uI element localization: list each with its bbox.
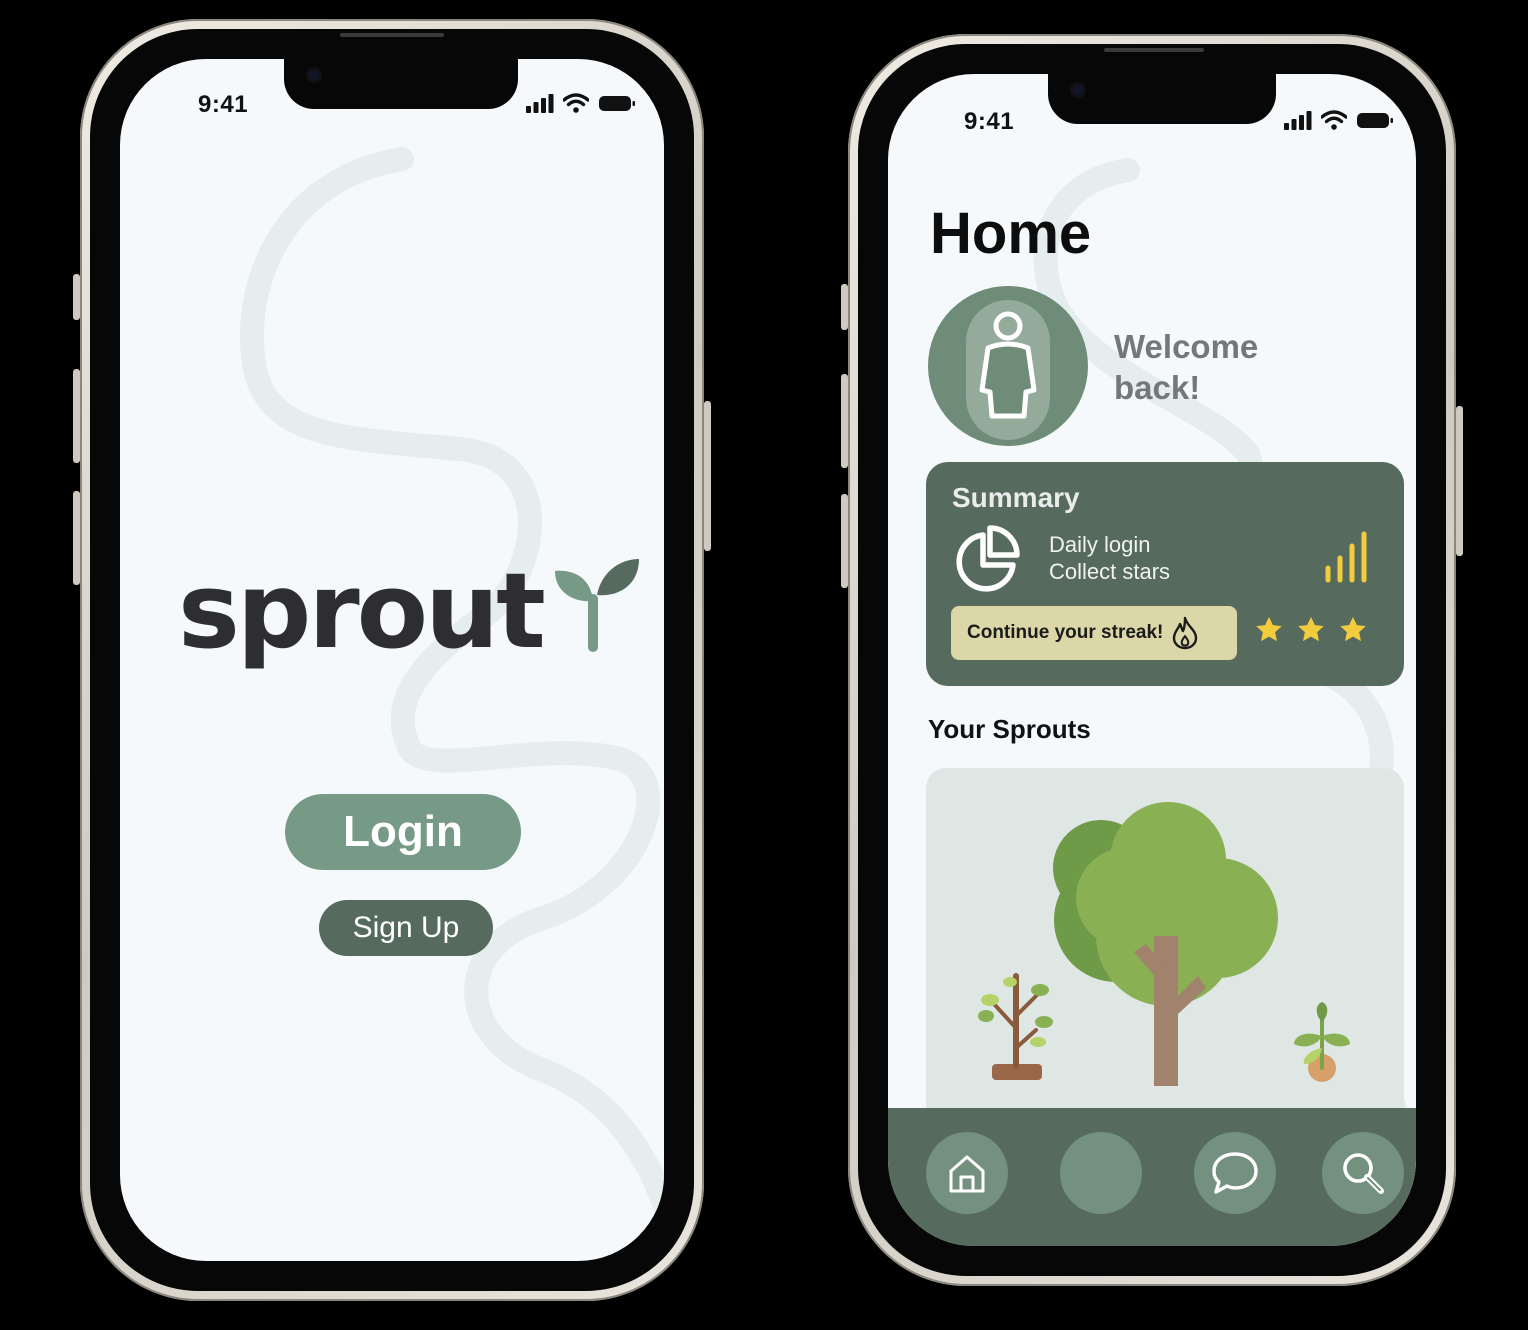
status-time: 9:41 [198,91,249,118]
side-button [73,491,80,585]
side-button [704,401,711,551]
wifi-icon [563,93,589,113]
tab-search[interactable] [1322,1132,1404,1214]
signal-icon [526,94,554,113]
welcome-line: Welcome [1114,328,1259,365]
summary-line: Daily login [1049,532,1151,557]
trees-illustration [978,802,1350,1086]
side-button [1456,406,1463,556]
chat-icon [1212,1152,1258,1194]
status-icons [1284,110,1394,130]
wifi-icon [1321,110,1347,130]
sprout-logo: sprout [178,559,643,663]
home-icon [949,1155,985,1193]
status-bar: 9:41 [120,59,664,139]
battery-icon [599,96,635,111]
signal-icon [1284,111,1312,130]
side-button [73,274,80,320]
pie-chart-icon [956,525,1020,592]
user-icon [966,300,1050,440]
status-icons [526,93,636,113]
phone-bezel: 9:41 [858,44,1446,1276]
side-button [841,494,848,588]
phone-bezel: 9:41 [90,29,694,1291]
speaker-rail [340,33,444,37]
stars-row [1254,615,1368,645]
home-phone: 9:41 Home Welcome back! Summary Daily lo… [841,34,1463,1286]
side-button [841,284,848,330]
tab-home[interactable] [926,1132,1008,1214]
logo-text: sprout [178,550,546,672]
summary-card: Summary Daily login Collect stars Contin… [926,462,1404,686]
status-time: 9:41 [964,108,1015,135]
mockup-stage: 9:41 sprout Login Sign Up 9:41 Home Welc… [0,0,1528,1330]
avatar[interactable] [928,286,1088,446]
tab-chat[interactable] [1194,1132,1276,1214]
side-button [841,374,848,468]
summary-line: Collect stars [1049,559,1171,584]
page-title: Home [930,201,1092,266]
home-screen: 9:41 Home Welcome back! Summary Daily lo… [888,74,1416,1246]
seedling-icon [1294,1002,1350,1082]
login-screen: 9:41 sprout Login Sign Up [120,59,664,1261]
summary-title: Summary [952,482,1080,513]
tab-profile[interactable] [1060,1132,1142,1214]
signup-button[interactable]: Sign Up [319,900,493,956]
status-bar: 9:41 [888,74,1416,154]
star-icon [1340,616,1366,642]
welcome-line: back! [1114,369,1201,406]
big-tree-icon [1053,802,1278,1086]
streak-label: Continue your streak! [967,622,1164,643]
small-tree-icon [978,973,1053,1080]
summary-lines: Daily login Collect stars [1049,531,1170,585]
star-icon [1256,616,1282,642]
side-button [73,369,80,463]
sprouts-section-title: Your Sprouts [928,714,1091,744]
star-icon [1298,616,1324,642]
continue-streak-button[interactable]: Continue your streak! [951,606,1237,660]
login-phone: 9:41 sprout Login Sign Up [73,19,711,1301]
sprout-leaf-icon [554,559,639,652]
bottom-tab-bar [888,1108,1416,1246]
search-icon [1343,1153,1384,1194]
speaker-rail [1104,48,1204,52]
sprouts-card[interactable] [926,768,1404,1126]
battery-icon [1357,113,1393,128]
flame-icon [1173,616,1198,650]
welcome-text: Welcome back! [1114,326,1258,408]
bar-chart-icon [1325,531,1367,583]
login-button[interactable]: Login [285,794,521,870]
